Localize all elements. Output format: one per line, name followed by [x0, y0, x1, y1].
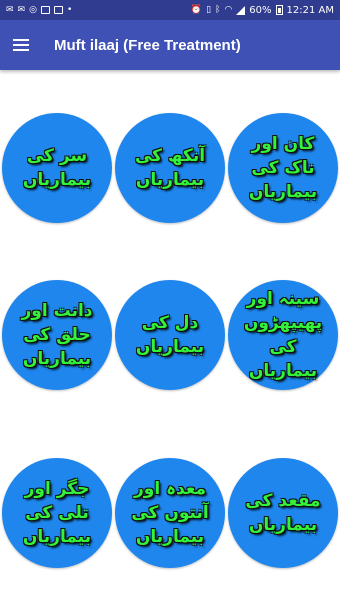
- category-label: مقعد کی بیماریاں: [245, 491, 321, 535]
- alarm-icon: ⏰: [190, 5, 203, 15]
- category-anus-diseases[interactable]: مقعد کی بیماریاں: [228, 458, 338, 568]
- category-eye-diseases[interactable]: آنکھ کی بیماریاں: [115, 113, 225, 223]
- category-stomach-intestine-diseases[interactable]: معدہ اور آنتوں کی بیماریاں: [115, 458, 225, 568]
- category-liver-spleen-diseases[interactable]: جگر اور تلی کی بیماریاں: [2, 458, 112, 568]
- category-label: کان اور ناک کی بیماریاں: [248, 134, 318, 202]
- category-heart-diseases[interactable]: دل کی بیماریاں: [115, 280, 225, 390]
- category-label: جگر اور تلی کی بیماریاں: [22, 479, 92, 547]
- system-icons: ⏰ ▯ ᛒ ◠ 60% 12:21 AM: [191, 5, 334, 16]
- category-label: آنکھ کی بیماریاں: [134, 146, 206, 190]
- category-head-diseases[interactable]: سر کی بیماریاں: [2, 113, 112, 223]
- bluetooth-icon: ᛒ: [215, 5, 221, 15]
- signal-icon: [236, 5, 246, 15]
- category-grid: سر کی بیماریاں آنکھ کی بیماریاں کان اور …: [0, 70, 340, 606]
- category-label: سر کی بیماریاں: [22, 146, 92, 190]
- category-teeth-throat-diseases[interactable]: دانت اور حلق کی بیماریاں: [2, 280, 112, 390]
- notification-icon: ✉: [17, 5, 26, 15]
- notification-icon: ✉: [6, 5, 14, 15]
- more-notifications-icon: •: [66, 5, 73, 15]
- status-bar: ✉ ✉ ◎ • ⏰ ▯ ᛒ ◠ 60% 12:21 AM: [0, 0, 340, 20]
- wifi-icon: ◠: [224, 5, 233, 15]
- battery-icon: [275, 5, 283, 15]
- whatsapp-icon: ◎: [29, 5, 37, 15]
- facebook-icon: [40, 6, 50, 14]
- category-chest-lung-diseases[interactable]: سینہ اور پھیپھڑوں کی بیماریاں: [228, 280, 338, 390]
- vibrate-icon: ▯: [206, 5, 212, 15]
- category-label: دل کی بیماریاں: [135, 313, 205, 357]
- category-label: سینہ اور پھیپھڑوں کی بیماریاں: [243, 289, 323, 381]
- clock: 12:21 AM: [286, 4, 334, 16]
- hamburger-icon: [13, 39, 29, 51]
- category-label: معدہ اور آنتوں کی بیماریاں: [131, 479, 209, 547]
- category-ear-nose-diseases[interactable]: کان اور ناک کی بیماریاں: [228, 113, 338, 223]
- app-bar: Muft ilaaj (Free Treatment): [0, 20, 340, 70]
- menu-button[interactable]: [2, 20, 40, 70]
- app-title: Muft ilaaj (Free Treatment): [54, 36, 241, 54]
- battery-percent: 60%: [249, 4, 272, 16]
- gallery-icon: [53, 6, 63, 14]
- category-label: دانت اور حلق کی بیماریاں: [21, 301, 93, 369]
- notification-icons: ✉ ✉ ◎ •: [6, 5, 72, 15]
